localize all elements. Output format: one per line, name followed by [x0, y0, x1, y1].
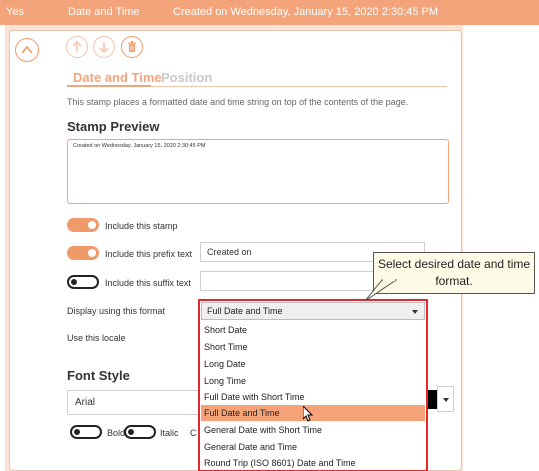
mouse-cursor-icon [303, 406, 314, 422]
stamp-summary: Created on Wednesday, January 15, 2020 2… [173, 6, 438, 18]
arrow-up-icon [72, 41, 82, 52]
move-down-button[interactable] [93, 36, 115, 58]
callout-pointer [364, 279, 398, 302]
include-suffix-label: Include this suffix text [105, 278, 191, 288]
trash-icon [128, 41, 136, 52]
chevron-down-icon [412, 310, 418, 314]
stamp-preview-text: Created on Wednesday, January 15, 2020 2… [73, 143, 206, 149]
include-prefix-label: Include this prefix text [105, 249, 193, 259]
stamp-description: This stamp places a formatted date and t… [67, 97, 409, 107]
font-color-swatch[interactable] [428, 390, 437, 409]
format-option-short-date[interactable]: Short Date [201, 322, 425, 338]
format-option-full-date-short-time[interactable]: Full Date with Short Time [201, 389, 425, 405]
stamp-type: Date and Time [68, 6, 140, 18]
italic-toggle[interactable] [124, 425, 156, 439]
include-suffix-toggle[interactable] [67, 275, 99, 289]
arrow-down-icon [99, 42, 109, 53]
italic-label: Italic [160, 428, 179, 438]
font-family-select[interactable]: Arial [67, 390, 207, 415]
locale-label: Use this locale [67, 333, 126, 343]
chevron-down-icon [443, 398, 449, 402]
include-stamp-toggle[interactable] [67, 218, 99, 232]
enabled-value: Yes [6, 6, 24, 18]
delete-button[interactable] [121, 36, 143, 58]
bold-label: Bold [107, 428, 126, 438]
truncated-label: C [190, 428, 197, 438]
active-tab-indicator [67, 85, 151, 87]
font-color-dropdown[interactable] [437, 386, 454, 412]
include-stamp-label: Include this stamp [105, 221, 178, 231]
collapse-button[interactable] [15, 38, 39, 62]
format-label: Display using this format [67, 306, 166, 316]
bold-toggle[interactable] [70, 425, 102, 439]
tab-date-and-time[interactable]: Date and Time [73, 70, 162, 85]
suffix-text-input[interactable] [200, 271, 375, 291]
format-option-long-time[interactable]: Long Time [201, 373, 425, 389]
stamp-header-bar[interactable]: Yes Date and Time Created on Wednesday, … [0, 0, 539, 25]
chevron-up-icon [21, 45, 33, 54]
format-option-short-time[interactable]: Short Time [201, 339, 425, 355]
include-prefix-toggle[interactable] [67, 246, 99, 260]
stamp-preview-box: Created on Wednesday, January 15, 2020 2… [67, 139, 449, 204]
format-option-general-date-and-time[interactable]: General Date and Time [201, 439, 425, 455]
stamp-preview-heading: Stamp Preview [67, 119, 160, 134]
move-up-button[interactable] [66, 36, 88, 58]
tab-position[interactable]: Position [161, 70, 212, 85]
format-option-long-date[interactable]: Long Date [201, 356, 425, 372]
font-style-heading: Font Style [67, 368, 130, 383]
format-option-general-date-short-time[interactable]: General Date with Short Time [201, 422, 425, 438]
format-option-round-trip[interactable]: Round Trip (ISO 8601) Date and Time [201, 455, 425, 471]
